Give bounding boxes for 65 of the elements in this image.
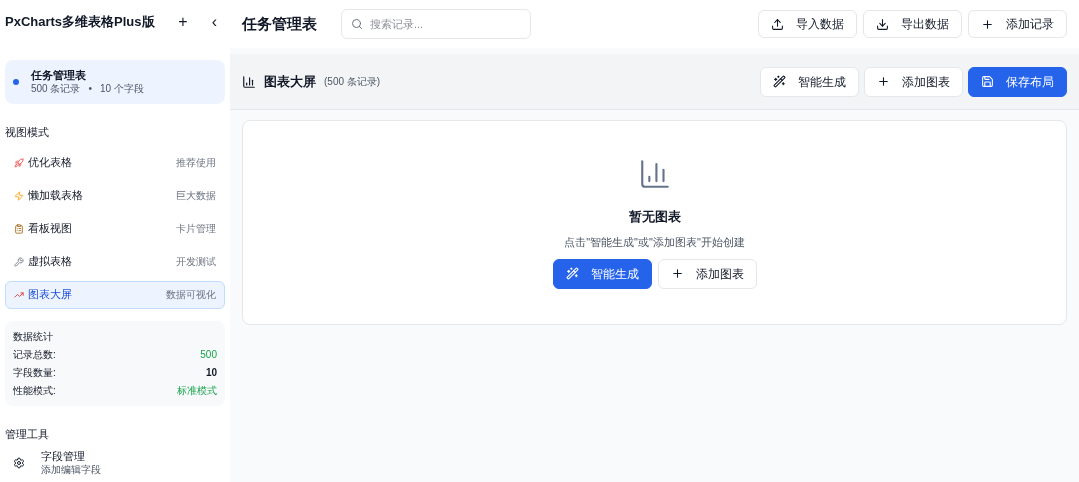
plus-icon — [981, 17, 994, 31]
stat-label: 性能模式: — [13, 383, 56, 398]
settings-icon — [13, 457, 25, 470]
view-hint: 巨大数据 — [176, 189, 216, 203]
tool-label: 字段管理 — [41, 450, 86, 464]
toolbar-button[interactable]: 智能生成 — [760, 66, 859, 97]
table-name: 任务管理表 — [31, 68, 87, 83]
stat-label: 记录总数: — [13, 347, 56, 362]
clipboard-icon — [14, 223, 24, 234]
download-icon — [876, 17, 889, 31]
toolbar-button[interactable]: 添加图表 — [657, 258, 757, 289]
toolbar-button[interactable]: 添加图表 — [864, 66, 963, 97]
toolbar-button[interactable]: 导出数据 — [863, 10, 962, 38]
view-hint: 推荐使用 — [176, 156, 216, 170]
view-label: 懒加载表格 — [28, 188, 83, 204]
stat-value: 500 — [200, 347, 217, 362]
tool-hint: 添加编辑字段 — [41, 463, 101, 477]
save-icon — [981, 75, 994, 88]
stat-value: 标准模式 — [177, 383, 217, 398]
empty-message: 点击"智能生成"或"添加图表"开始创建 — [564, 235, 745, 250]
view-hint: 开发测试 — [176, 255, 216, 269]
toolbar-button[interactable]: 保存布局 — [968, 66, 1067, 97]
toolbar-button[interactable]: 智能生成 — [552, 258, 652, 289]
view-item[interactable]: 图表大屏 数据可视化 — [5, 280, 225, 309]
section-title: 视图模式 — [5, 125, 50, 140]
rocket-icon — [14, 157, 24, 168]
table-card[interactable]: 任务管理表 500 条记录 • 10 个字段 — [5, 60, 225, 104]
tool-item[interactable]: 字段管理 添加编辑字段 — [5, 450, 225, 477]
magic-wand-icon — [773, 75, 786, 88]
section-heading: 图表大屏 — [264, 72, 316, 91]
view-hint: 数据可视化 — [166, 288, 216, 302]
field-count: 10 个字段 — [100, 82, 144, 96]
view-label: 图表大屏 — [28, 287, 72, 303]
app-title: PxCharts多维表格Plus版 — [5, 13, 155, 32]
separator-dot: • — [88, 82, 92, 96]
upload-icon — [771, 17, 784, 31]
bar-chart-icon — [242, 74, 256, 89]
toolbar-button[interactable]: 导入数据 — [758, 10, 857, 38]
stat-value: 10 — [205, 365, 217, 380]
page-title: 任务管理表 — [242, 13, 317, 34]
view-item[interactable]: 懒加载表格 巨大数据 — [5, 181, 225, 210]
toolbar-button[interactable]: 添加记录 — [968, 10, 1067, 38]
trend-chart-icon — [14, 289, 24, 300]
view-item[interactable]: 看板视图 卡片管理 — [5, 214, 225, 243]
view-item[interactable]: 虚拟表格 开发测试 — [5, 247, 225, 276]
stats-title: 数据统计 — [13, 329, 54, 344]
view-hint: 卡片管理 — [176, 222, 216, 236]
view-label: 优化表格 — [28, 155, 72, 171]
collapse-button[interactable]: ‹ — [211, 14, 217, 30]
plus-icon — [670, 267, 684, 280]
plus-icon — [877, 75, 890, 88]
view-label: 虚拟表格 — [28, 254, 72, 270]
stat-label: 字段数量: — [13, 365, 56, 380]
search-field[interactable]: 搜索记录... — [341, 9, 531, 39]
section-title: 管理工具 — [5, 426, 50, 442]
add-button[interactable]: + — [178, 14, 188, 30]
search-icon — [351, 18, 363, 30]
wrench-icon — [14, 256, 24, 267]
empty-title: 暂无图表 — [628, 207, 681, 226]
view-label: 看板视图 — [28, 221, 72, 237]
lightning-icon — [14, 190, 24, 201]
record-count: (500 条记录) — [324, 75, 381, 89]
magic-wand-icon — [565, 267, 579, 280]
view-item[interactable]: 优化表格 推荐使用 — [5, 148, 225, 177]
record-count: 500 条记录 — [31, 82, 81, 96]
